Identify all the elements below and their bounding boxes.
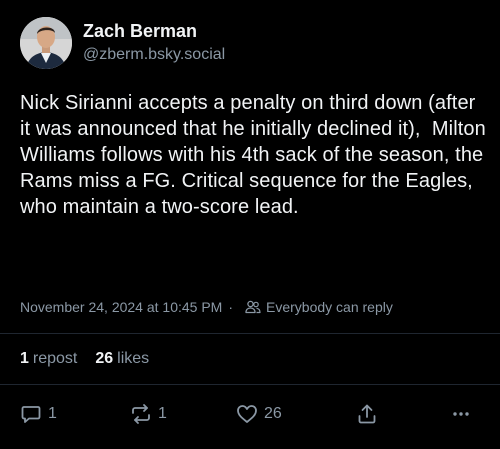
repost-button[interactable]: 1 [130,400,167,428]
reply-setting-label: Everybody can reply [266,299,393,315]
like-icon [237,405,257,423]
divider-bottom [0,384,500,385]
meta-separator: · [228,299,234,315]
post-timestamp[interactable]: November 24, 2024 at 10:45 PM [20,299,222,315]
repost-stat-count: 1 [20,350,29,367]
avatar-image [20,17,72,69]
repost-stat[interactable]: 1 repost [20,350,77,368]
more-icon [453,412,469,416]
people-icon [245,300,261,314]
post-card: Zach Berman @zberm.bsky.social Nick Siri… [0,0,500,449]
reply-count: 1 [48,405,57,422]
share-icon [358,404,376,424]
post-meta: November 24, 2024 at 10:45 PM · Everybod… [20,299,393,315]
repost-count: 1 [158,405,167,422]
repost-stat-label: repost [32,350,78,367]
post-text: Nick Sirianni accepts a penalty on third… [20,92,492,218]
divider-top [0,333,500,334]
action-bar: 1 1 26 [0,400,500,430]
author-names: Zach Berman @zberm.bsky.social [83,20,225,66]
like-button[interactable]: 26 [236,400,282,428]
more-button[interactable] [450,400,472,428]
reply-setting: Everybody can reply [245,299,393,315]
like-stat-label: likes [117,350,150,367]
like-count: 26 [264,405,282,422]
reply-icon [21,406,41,423]
author-handle[interactable]: @zberm.bsky.social [83,44,225,66]
author-display-name[interactable]: Zach Berman [83,20,225,42]
like-stat[interactable]: 26 likes [95,350,149,368]
share-button[interactable] [356,400,378,428]
repost-icon [132,404,150,424]
post-stats: 1 repost 26 likes [20,350,167,368]
avatar[interactable] [20,17,72,69]
like-stat-count: 26 [95,350,114,367]
reply-button[interactable]: 1 [20,400,57,428]
post-header: Zach Berman @zberm.bsky.social [20,17,225,69]
